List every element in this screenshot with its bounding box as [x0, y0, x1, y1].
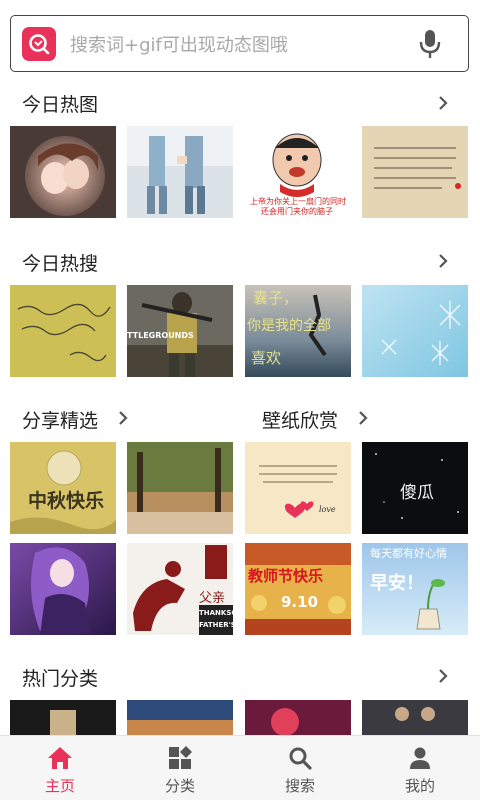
chevron-right-icon[interactable]: [433, 251, 453, 271]
thumb-teachers-day[interactable]: 教师节快乐 9.10: [245, 543, 351, 635]
tab-category[interactable]: 分类: [120, 736, 240, 800]
thumb-love-note[interactable]: love: [245, 442, 351, 534]
tab-label: 分类: [164, 777, 195, 795]
tab-home[interactable]: 主页: [0, 736, 120, 800]
section-title-today-hot-search: 今日热搜: [22, 253, 99, 275]
thumb-anime-purple[interactable]: [10, 543, 116, 635]
thumb-handwriting-yellow[interactable]: [10, 285, 116, 377]
silly-text: 傻瓜: [400, 483, 434, 503]
thumb-handwritten-note[interactable]: [362, 126, 468, 218]
section-title-today-hot-images: 今日热图: [22, 94, 99, 116]
search-input[interactable]: 搜索词+gif可出现动态图哦: [70, 31, 410, 57]
app-logo-icon: [22, 26, 56, 61]
user-icon: [407, 745, 433, 771]
section-title-wallpapers: 壁纸欣赏: [262, 410, 339, 432]
poem-text-2: 你是我的全部: [247, 318, 331, 334]
thumb-poem-sea[interactable]: 囊子， 你是我的全部 喜欢: [245, 285, 351, 377]
thumb-category-2[interactable]: [127, 700, 233, 735]
thumb-trees-poem[interactable]: [127, 442, 233, 534]
microphone-icon[interactable]: [410, 24, 450, 64]
thumb-snowflakes[interactable]: [362, 285, 468, 377]
section-title-share-picks: 分享精选: [22, 410, 99, 432]
chevron-right-icon[interactable]: [433, 93, 453, 113]
chevron-right-icon[interactable]: [353, 408, 373, 428]
thumb-category-4[interactable]: [362, 700, 468, 735]
love-text: love: [319, 505, 336, 514]
thumb-couple-walking[interactable]: [127, 126, 233, 218]
poem-text-3: 喜欢: [251, 349, 282, 367]
thumb-category-1[interactable]: [10, 700, 116, 735]
tab-label: 我的: [404, 777, 435, 795]
mooncake-text: 中秋快乐: [28, 490, 105, 512]
tab-label: 主页: [44, 777, 75, 795]
teachers-date-text: 9.10: [281, 593, 319, 611]
thumb-good-morning[interactable]: 每天都有好心情 早安！: [362, 543, 468, 635]
search-bar[interactable]: 搜索词+gif可出现动态图哦: [10, 15, 469, 72]
good-morning-text: 早安！: [370, 573, 424, 594]
section-title-hot-categories: 热门分类: [22, 668, 99, 690]
chevron-right-icon[interactable]: [433, 666, 453, 686]
father-big-text: THANKSGI: [199, 609, 233, 617]
teachers-day-text: 教师节快乐: [248, 567, 324, 585]
thumb-fathers-day[interactable]: 父亲 THANKSGI FATHER'S: [127, 543, 233, 635]
thumb-mid-autumn[interactable]: 中秋快乐: [10, 442, 116, 534]
thumb-category-3[interactable]: [245, 700, 351, 735]
search-icon: [287, 745, 313, 771]
good-morning-top-text: 每天都有好心情: [370, 547, 447, 560]
chevron-right-icon[interactable]: [113, 408, 133, 428]
thumb-meme[interactable]: 上帝为你关上一扇门的同时 还会用门夹你的脑子: [245, 126, 351, 218]
poem-text-1: 囊子，: [253, 289, 299, 307]
battlegrounds-text: TTLEGROUNDS: [127, 331, 194, 340]
father-text: 父亲: [199, 591, 226, 606]
meme-caption-line2: 还会用门夹你的脑子: [261, 207, 333, 216]
home-icon: [47, 745, 73, 771]
category-grid-icon: [167, 745, 193, 771]
tab-mine[interactable]: 我的: [360, 736, 480, 800]
tab-label: 搜索: [284, 777, 315, 795]
thumb-battlegrounds[interactable]: TTLEGROUNDS: [127, 285, 233, 377]
thumb-anime-couple[interactable]: [10, 126, 116, 218]
father-big-text-2: FATHER'S: [199, 621, 233, 629]
bottom-tab-bar: 主页 分类 搜索 我的: [0, 735, 480, 800]
tab-search[interactable]: 搜索: [240, 736, 360, 800]
thumb-silly-dark[interactable]: 傻瓜: [362, 442, 468, 534]
